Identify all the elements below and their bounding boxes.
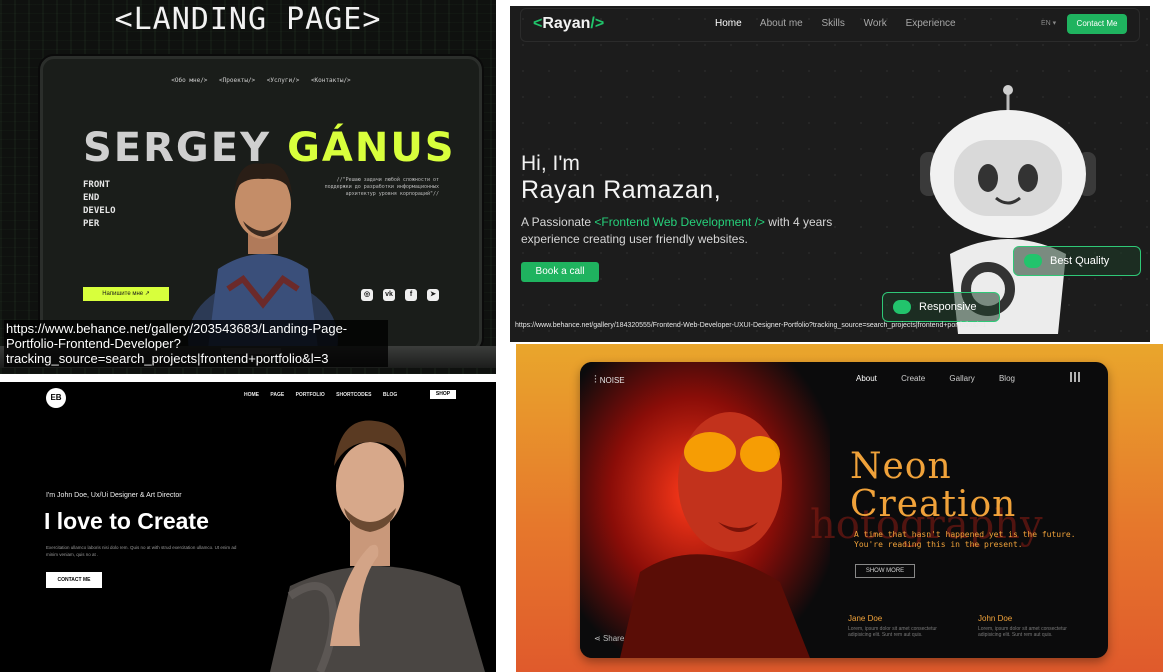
logo-bracket-open: <: [533, 15, 543, 32]
nav-item-services[interactable]: <Услуги/>: [267, 77, 300, 84]
role-line: FRONT: [83, 180, 111, 190]
share-button[interactable]: ⋖ Share: [594, 634, 624, 643]
nav-item-experience[interactable]: Experience: [906, 18, 956, 29]
language-select[interactable]: EN ▾: [1041, 19, 1056, 27]
laptop-screen: <Обо мне/> <Проекты/> <Услуги/> <Контакт…: [40, 56, 482, 352]
hero-role: FRONT END DEVELO PER: [83, 179, 116, 231]
hero-name: SERGEY GÁNUS: [83, 125, 456, 171]
contact-me-button[interactable]: Contact Me: [1067, 14, 1127, 34]
vk-icon[interactable]: vk: [383, 289, 395, 301]
contact-me-button[interactable]: CONTACT ME: [46, 572, 102, 588]
smile-icon: [1024, 254, 1042, 269]
write-me-button[interactable]: Напишите мне ↗: [83, 287, 169, 301]
top-navbar: <Rayan/> Home About me Skills Work Exper…: [520, 8, 1140, 42]
share-icon: ⋖: [594, 634, 603, 643]
nav-item-projects[interactable]: <Проекты/>: [219, 77, 255, 84]
hero-name: Rayan Ramazan,: [521, 176, 722, 204]
site-logo[interactable]: EB: [46, 388, 66, 408]
hero-tagline: I'm John Doe, Ux/Ui Designer & Art Direc…: [46, 492, 182, 499]
hero-quote: //"Решаю задачи любой сложности от подде…: [324, 177, 439, 197]
nav-item-about[interactable]: About: [856, 374, 877, 383]
logo-text: Rayan: [542, 15, 591, 32]
instagram-icon[interactable]: ◎: [361, 289, 373, 301]
nav-menu: About Create Gallary Blog: [856, 374, 1037, 383]
brand-logo[interactable]: ⫶ NOISE: [594, 374, 625, 387]
equalizer-icon: ⫶: [594, 374, 597, 386]
grid-menu-icon[interactable]: [1070, 372, 1080, 382]
social-links: ◎ vk f ➤: [361, 289, 439, 301]
subtitle-line: You're reading this in the present.: [854, 540, 1023, 549]
facebook-icon[interactable]: f: [405, 289, 417, 301]
portrait-photo: [270, 420, 485, 672]
author-text: Lorem, ipsum dolor sit amet consectetur …: [848, 626, 937, 638]
brand-name: NOISE: [599, 376, 625, 385]
share-label: Share: [602, 634, 625, 643]
book-a-call-button[interactable]: Book a call: [521, 262, 599, 282]
sergey-ganus-landing-screenshot: <LANDING PAGE> <Обо мне/> <Проекты/> <Ус…: [0, 0, 496, 374]
hero-title: Neon Creation: [850, 448, 1016, 524]
telegram-icon[interactable]: ➤: [427, 289, 439, 301]
nav-item-skills[interactable]: Skills: [822, 18, 845, 29]
john-doe-portfolio-screenshot: EB HOME PAGE PORTFOLIO SHORTCODES BLOG S…: [0, 382, 496, 672]
nav-item-work[interactable]: Work: [864, 18, 887, 29]
badge-label: Responsive: [919, 301, 977, 313]
show-more-button[interactable]: SHOW MORE: [855, 564, 915, 578]
hero-description: A Passionate <Frontend Web Development /…: [521, 214, 841, 248]
hero-last-name: GÁNUS: [287, 125, 456, 171]
author-name: John Doe: [978, 614, 1013, 623]
landing-page-heading: <LANDING PAGE>: [114, 2, 382, 37]
nav-item-home[interactable]: HOME: [244, 392, 259, 398]
site-logo[interactable]: <Rayan/>: [533, 15, 604, 33]
nav-menu: Home About me Skills Work Experience: [715, 18, 972, 29]
device-icon: [893, 300, 911, 315]
laptop-nav: <Обо мне/> <Проекты/> <Услуги/> <Контакт…: [43, 77, 479, 84]
desc-prefix: A Passionate: [521, 215, 595, 229]
hero-subtitle: A time that hasn't happened yet is the f…: [854, 530, 1076, 550]
desc-highlight: <Frontend Web Development />: [594, 215, 765, 229]
logo-bracket-close: />: [590, 15, 605, 32]
subtitle-line: A time that hasn't happened yet is the f…: [854, 530, 1076, 539]
rayan-portfolio-screenshot: <Rayan/> Home About me Skills Work Exper…: [510, 6, 1150, 342]
role-line: DEVELO: [83, 206, 116, 216]
hero-body: Exercitation ullamco laboris nisi dolo r…: [46, 545, 237, 557]
author-text: Lorem, ipsum dolor sit amet consectetur …: [978, 626, 1067, 638]
nav-item-home[interactable]: Home: [715, 18, 742, 29]
role-line: END: [83, 193, 100, 203]
source-url-caption: https://www.behance.net/gallery/20354368…: [4, 320, 388, 367]
role-line: PER: [83, 219, 100, 229]
nav-item-blog[interactable]: Blog: [999, 374, 1015, 383]
author-name: Jane Doe: [848, 614, 883, 623]
source-url-caption: https://www.behance.net/gallery/18432055…: [515, 322, 987, 329]
title-line: Neon: [850, 446, 952, 487]
hero-first-name: SERGEY: [83, 125, 272, 171]
neon-creation-screenshot: ⫶ NOISE About Create Gallary Blog hotogra…: [516, 344, 1163, 672]
responsive-badge: Responsive: [882, 292, 1000, 322]
greeting: Hi, I'm: [521, 152, 580, 175]
nav-item-create[interactable]: Create: [901, 374, 925, 383]
hero-headline: I love to Create: [44, 508, 209, 534]
nav-item-about[interactable]: <Обо мне/>: [171, 77, 207, 84]
site-card: ⫶ NOISE About Create Gallary Blog hotogra…: [580, 362, 1108, 658]
nav-item-about[interactable]: About me: [760, 18, 803, 29]
title-line: Creation: [850, 484, 1017, 525]
nav-item-contacts[interactable]: <Контакты/>: [311, 77, 351, 84]
badge-label: Best Quality: [1050, 255, 1110, 267]
neon-portrait-photo: [580, 362, 830, 658]
nav-item-gallary[interactable]: Gallary: [949, 374, 974, 383]
best-quality-badge: Best Quality: [1013, 246, 1141, 276]
